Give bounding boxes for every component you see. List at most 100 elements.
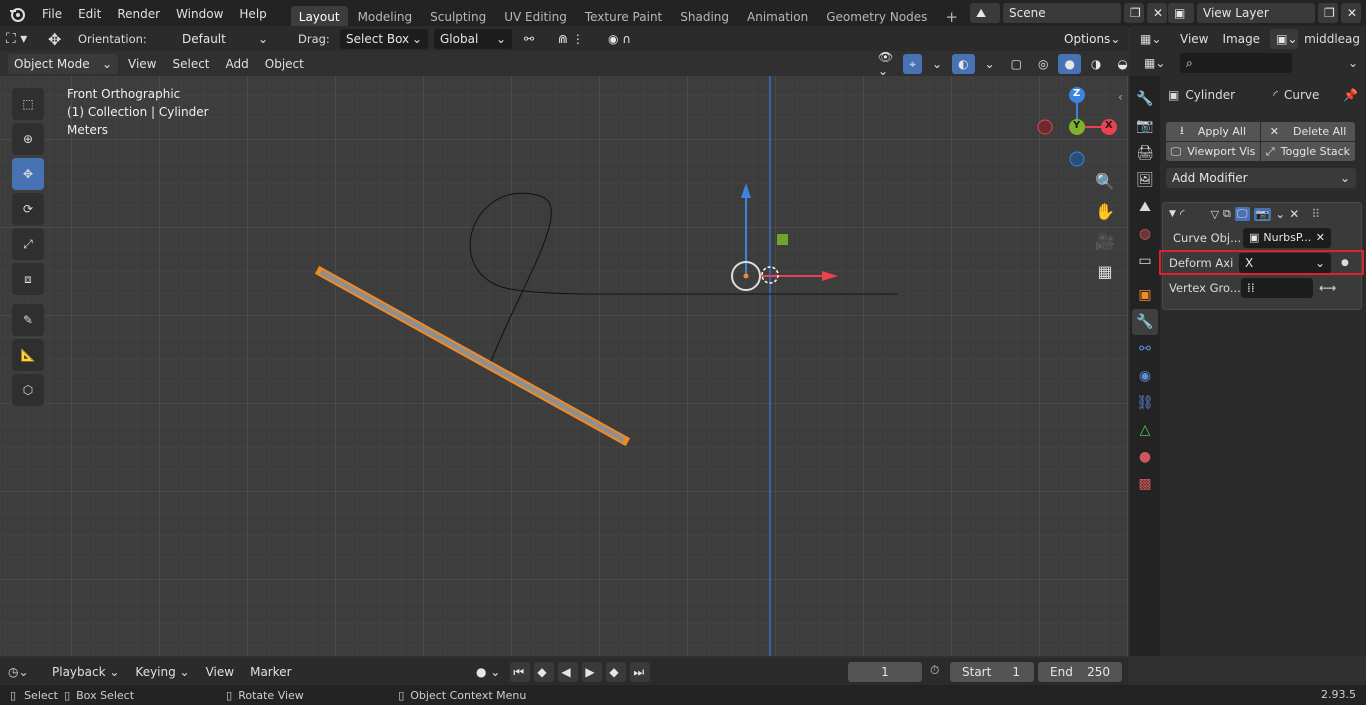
toggle-stack-button[interactable]: ⤢ Toggle Stack [1261,142,1355,161]
view-layer-tab-icon[interactable]: 🖼 [1132,167,1158,193]
viewport-menu-object[interactable]: Object [259,54,310,74]
3d-viewport[interactable]: Front Orthographic (1) Collection | Cyli… [0,76,1128,656]
gizmo-dropdown-icon[interactable]: ⌄ [926,54,949,74]
add-cube-tool-icon[interactable]: ⬡ [12,374,44,406]
timeline-menu-view[interactable]: View [200,662,240,682]
add-modifier-dropdown[interactable]: Add Modifier ⌄ [1166,168,1356,188]
cage-icon[interactable]: ⧉ [1223,207,1231,221]
image-menu-image[interactable]: Image [1218,29,1264,49]
invert-arrows-icon[interactable]: ⟷ [1319,281,1336,295]
options-dropdown[interactable]: Options ⌄ [1058,29,1122,49]
new-scene-icon[interactable]: ❐ [1124,3,1144,23]
xray-icon[interactable]: ▢ [1004,54,1028,74]
chevron-down-icon[interactable]: ⌄ [1275,207,1285,221]
remove-scene-icon[interactable]: ✕ [1147,3,1167,23]
tab-geometry-nodes[interactable]: Geometry Nodes [818,6,935,28]
move-tool-icon[interactable]: ✥ [12,158,44,190]
drag-dropdown[interactable]: Select Box ⌄ [340,29,428,49]
transform-tool-icon[interactable]: ⧈ [12,263,44,295]
apply-all-button[interactable]: ⭳ Apply All [1166,122,1260,141]
visibility-icon[interactable]: 👁⌄ [872,50,900,78]
timeline-editor-type-icon[interactable]: ◷⌄ [8,665,42,679]
gizmo-toggle-icon[interactable]: ⌖ [903,54,922,74]
blender-logo-icon[interactable] [0,5,34,23]
render-tab-icon[interactable]: 📷 [1132,113,1158,139]
vertex-group-field[interactable]: ⁞⁞ [1241,277,1313,298]
properties-editor-type-icon[interactable]: ▦⌄ [1144,56,1174,70]
measure-tool-icon[interactable]: 📐 [12,339,44,371]
next-keyframe-icon[interactable]: ◆ [606,662,627,682]
deform-axis-dropdown[interactable]: X ⌄ [1239,252,1331,273]
timeline-menu-playback[interactable]: Playback ⌄ [46,662,125,682]
solid-shading-icon[interactable]: ● [1058,54,1081,74]
world-tab-icon[interactable]: ◍ [1132,221,1158,247]
navigation-gizmo[interactable]: Z Y X [1036,86,1120,170]
scale-tool-icon[interactable]: ⤢ [12,228,44,260]
properties-search-input[interactable]: ⌕ [1180,53,1292,73]
new-view-layer-icon[interactable]: ❐ [1318,3,1338,23]
image-name-field[interactable]: middleage [1304,32,1360,46]
editor-type-icon[interactable]: ▦⌄ [1140,32,1170,46]
snap-icon[interactable]: ⋒ ⋮ [552,29,596,49]
overlay-toggle-icon[interactable]: ◐ [952,54,975,74]
prev-keyframe-icon[interactable]: ◆ [534,662,555,682]
particles-tab-icon[interactable]: ⚯ [1132,336,1158,362]
drag-handle-icon[interactable]: ⠿ [1311,207,1320,221]
tab-modeling[interactable]: Modeling [350,6,421,28]
clear-icon[interactable]: ✕ [1316,231,1325,244]
realtime-icon[interactable]: 🖵 [1234,207,1250,221]
current-frame-field[interactable]: 1 [848,662,922,682]
tool-selector-icon[interactable]: ⛶ ▾ [6,31,42,47]
render-icon[interactable]: 📷 [1253,207,1272,221]
image-menu-view[interactable]: View [1176,29,1212,49]
modifier-tab-icon[interactable]: 🔧 [1132,309,1158,335]
proportional-edit-icon[interactable]: ◉ ∩ [602,29,646,49]
output-tab-icon[interactable]: 🖨 [1132,140,1158,166]
collection-tab-icon[interactable]: ▭ [1132,248,1158,274]
tab-texture-paint[interactable]: Texture Paint [577,6,670,28]
menu-render[interactable]: Render [109,0,168,28]
collapse-arrow-icon[interactable]: ▼ [1169,209,1176,219]
timer-icon[interactable]: ⏱ [930,663,939,678]
jump-end-icon[interactable]: ⏭ [630,662,651,682]
perspective-grid-icon[interactable]: ▦ [1092,258,1118,284]
view-layer-field[interactable]: View Layer [1197,3,1315,23]
tab-layout[interactable]: Layout [290,6,348,28]
menu-window[interactable]: Window [168,0,231,28]
material-tab-icon[interactable]: ● [1132,444,1158,470]
menu-edit[interactable]: Edit [70,0,109,28]
record-icon[interactable]: ● ⌄ [470,662,507,682]
viewport-menu-view[interactable]: View [122,54,162,74]
scene-selector-icon[interactable]: ⛰ [970,3,1000,23]
image-browse-icon[interactable]: ▣⌄ [1270,29,1299,49]
select-box-tool-icon[interactable]: ⬚ [12,88,44,120]
add-workspace-icon[interactable]: + [937,6,966,28]
menu-file[interactable]: File [34,0,70,28]
sidebar-toggle-icon[interactable]: ‹ [1118,90,1123,104]
tool-tab-icon[interactable]: 🔧 [1132,86,1158,112]
play-reverse-icon[interactable]: ◀ [558,662,579,682]
physics-tab-icon[interactable]: ◉ [1132,363,1158,389]
menu-help[interactable]: Help [231,0,274,28]
timeline-menu-marker[interactable]: Marker [244,662,297,682]
object-tab-icon[interactable]: ▣ [1132,282,1158,308]
constraints-tab-icon[interactable]: ⛓ [1132,390,1158,416]
material-shading-icon[interactable]: ◑ [1084,54,1108,74]
viewport-menu-select[interactable]: Select [166,54,215,74]
start-frame-field[interactable]: Start 1 [950,662,1034,682]
mode-dropdown[interactable]: Object Mode ⌄ [8,54,118,74]
remove-view-layer-icon[interactable]: ✕ [1341,3,1361,23]
zoom-icon[interactable]: 🔍 [1092,168,1118,194]
rotate-tool-icon[interactable]: ⟳ [12,193,44,225]
tab-uv-editing[interactable]: UV Editing [496,6,575,28]
scene-tab-icon[interactable]: ⛰ [1132,194,1158,220]
cursor-tool-icon[interactable]: ⊕ [12,123,44,155]
tab-shading[interactable]: Shading [672,6,737,28]
wireframe-shading-icon[interactable]: ◎ [1031,54,1055,74]
camera-view-icon[interactable]: 🎥 [1092,228,1118,254]
annotate-tool-icon[interactable]: ✎ [12,304,44,336]
keyframe-dot-icon[interactable]: ● [1341,258,1349,268]
view-layer-icon[interactable]: ▣ [1168,3,1194,23]
pivot-point-icon[interactable]: ⚯ [518,29,546,49]
end-frame-field[interactable]: End 250 [1038,662,1122,682]
